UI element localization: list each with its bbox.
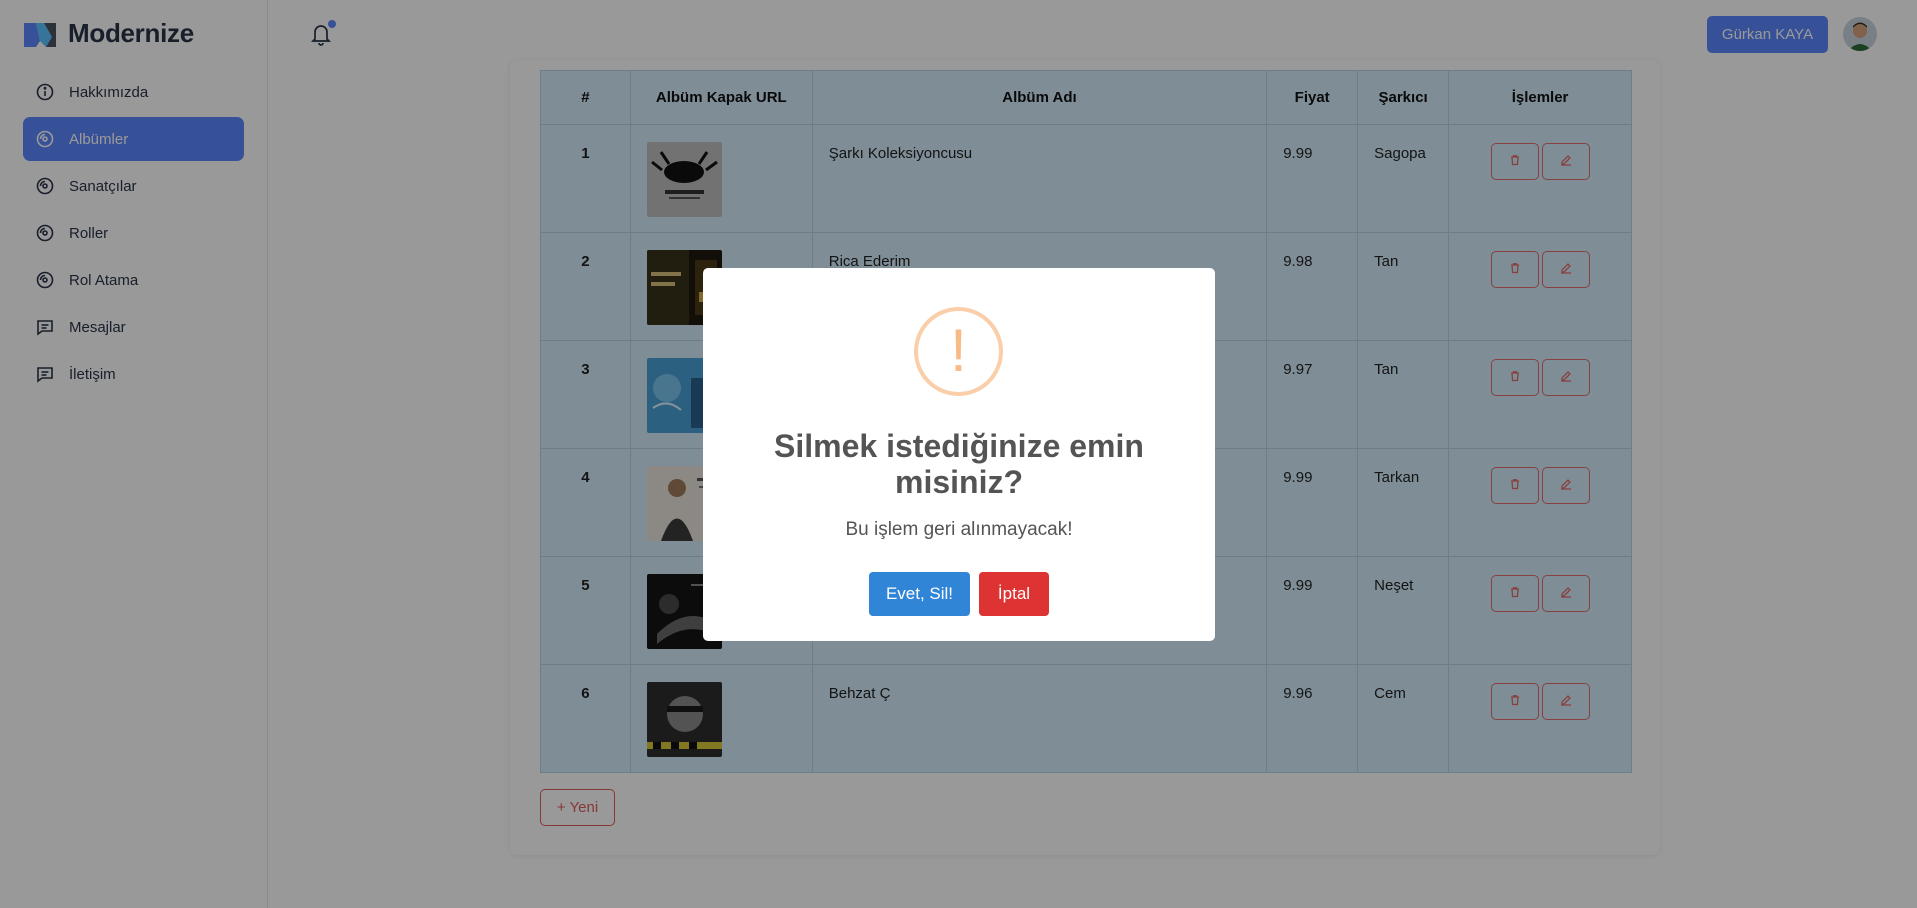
cancel-button[interactable]: İptal [979,572,1049,616]
warning-icon: ! [914,307,1003,396]
confirm-delete-dialog: ! Silmek istediğinize emin misiniz? Bu i… [703,268,1215,641]
confirm-delete-button[interactable]: Evet, Sil! [869,572,970,616]
dialog-title: Silmek istediğinize emin misiniz? [774,428,1144,500]
dialog-text: Bu işlem geri alınmayacak! [845,519,1073,540]
